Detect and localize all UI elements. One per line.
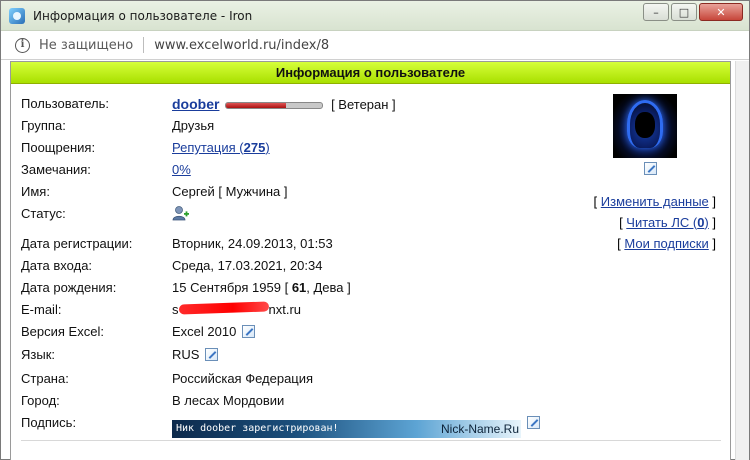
signature-text: Ник doober зарегистрирован! — [176, 423, 339, 434]
window-title: Информация о пользователе - Iron — [33, 8, 253, 23]
excel-version: Excel 2010 — [172, 324, 237, 339]
language-label: Язык: — [21, 347, 55, 362]
title-bar: Информация о пользователе - Iron – □ ✕ — [1, 1, 749, 31]
group-label: Группа: — [21, 118, 66, 133]
signature-brand: Nick-Name.Ru — [440, 422, 519, 436]
warnings-link[interactable]: 0% — [172, 162, 191, 177]
read-pm-link[interactable]: Читать ЛС (0) — [626, 215, 708, 230]
email-redaction-mark — [178, 301, 269, 315]
name-label: Имя: — [21, 184, 50, 199]
excel-label: Версия Excel: — [21, 324, 104, 339]
app-icon — [9, 7, 25, 24]
minimize-button[interactable]: – — [643, 3, 669, 21]
name-value: Сергей [ Мужчина ] — [172, 184, 288, 199]
status-value — [172, 204, 190, 224]
login-label: Дата входа: — [21, 258, 93, 273]
scrollbar[interactable] — [735, 61, 749, 460]
subscriptions-link[interactable]: Мои подписки — [624, 236, 708, 251]
country-label: Страна: — [21, 371, 69, 386]
group-value: Друзья — [172, 118, 215, 133]
reputation-bar — [225, 102, 324, 110]
birth-label: Дата рождения: — [21, 280, 117, 295]
birth-date: 15 Сентября 1959 [ — [172, 280, 292, 295]
profile-panel: Информация о пользователе Пользователь: … — [10, 61, 731, 460]
registration-value: Вторник, 24.09.2013, 01:53 — [172, 236, 333, 251]
birth-value: 15 Сентября 1959 [ 61, Дева ] — [172, 278, 351, 298]
status-label: Статус: — [21, 206, 66, 221]
reputation-prefix: Репутация ( — [172, 140, 244, 155]
rank-badge: [ Ветеран ] — [331, 97, 396, 112]
signature-value: Ник doober зарегистрирован! Nick-Name.Ru — [172, 413, 540, 438]
birth-age: 61 — [291, 280, 307, 295]
signature-label: Подпись: — [21, 415, 77, 430]
rewards-value: Репутация (275) — [172, 138, 270, 158]
username-label: Пользователь: — [21, 96, 109, 111]
url-field[interactable]: www.excelworld.ru/index/8 — [154, 38, 329, 53]
warnings-label: Замечания: — [21, 162, 91, 177]
maximize-button[interactable]: □ — [671, 3, 697, 21]
email-end: nxt.ru — [268, 302, 302, 317]
window-controls: – □ ✕ — [643, 3, 743, 21]
rewards-label: Поощрения: — [21, 140, 96, 155]
divider — [21, 440, 721, 441]
security-indicator[interactable]: Не защищено — [39, 38, 133, 53]
avatar-face-shape — [635, 112, 655, 138]
reputation-suffix: ) — [265, 140, 270, 155]
email-label: E-mail: — [21, 302, 62, 317]
info-icon[interactable]: i — [15, 37, 30, 53]
side-subscriptions: [ Мои подписки ] — [617, 236, 716, 251]
edit-icon[interactable] — [242, 325, 256, 338]
login-value: Среда, 17.03.2021, 20:34 — [172, 258, 323, 273]
email-start: s — [172, 302, 179, 317]
read-pm-suffix: ) — [704, 215, 709, 230]
reputation-bar-fill — [226, 103, 286, 109]
username-link[interactable]: doober — [172, 96, 219, 112]
warnings-value: 0% — [172, 160, 191, 180]
birth-sign: , Дева ] — [306, 280, 351, 295]
city-value: В лесах Мордовии — [172, 393, 285, 408]
avatar — [613, 94, 677, 158]
language-text: RUS — [172, 347, 200, 362]
page-title: Информация о пользователе — [11, 62, 730, 84]
username-value: doober [ Ветеран ] — [172, 94, 396, 115]
address-bar: i Не защищено www.excelworld.ru/index/8 — [1, 31, 749, 60]
email-value: s nxt.ru — [172, 300, 301, 320]
excel-value: Excel 2010 — [172, 322, 256, 342]
read-pm-prefix: Читать ЛС ( — [626, 215, 698, 230]
browser-window: Информация о пользователе - Iron – □ ✕ i… — [0, 0, 750, 460]
user-add-icon[interactable] — [172, 205, 190, 221]
edit-data-link[interactable]: Изменить данные — [601, 194, 709, 209]
signature-banner: Ник doober зарегистрирован! Nick-Name.Ru — [172, 420, 521, 438]
edit-icon[interactable] — [527, 416, 540, 429]
edit-icon[interactable] — [644, 162, 657, 175]
language-value: RUS — [172, 345, 219, 365]
registration-label: Дата регистрации: — [21, 236, 133, 251]
city-label: Город: — [21, 393, 60, 408]
side-edit-data: [ Изменить данные ] — [593, 194, 716, 209]
close-button[interactable]: ✕ — [699, 3, 743, 21]
reputation-link[interactable]: Репутация (275) — [172, 140, 270, 155]
reputation-count: 275 — [243, 140, 266, 155]
side-read-pm: [ Читать ЛС (0) ] — [619, 215, 716, 230]
address-separator — [143, 37, 145, 53]
country-value: Российская Федерация — [172, 371, 314, 386]
edit-icon[interactable] — [205, 348, 219, 361]
